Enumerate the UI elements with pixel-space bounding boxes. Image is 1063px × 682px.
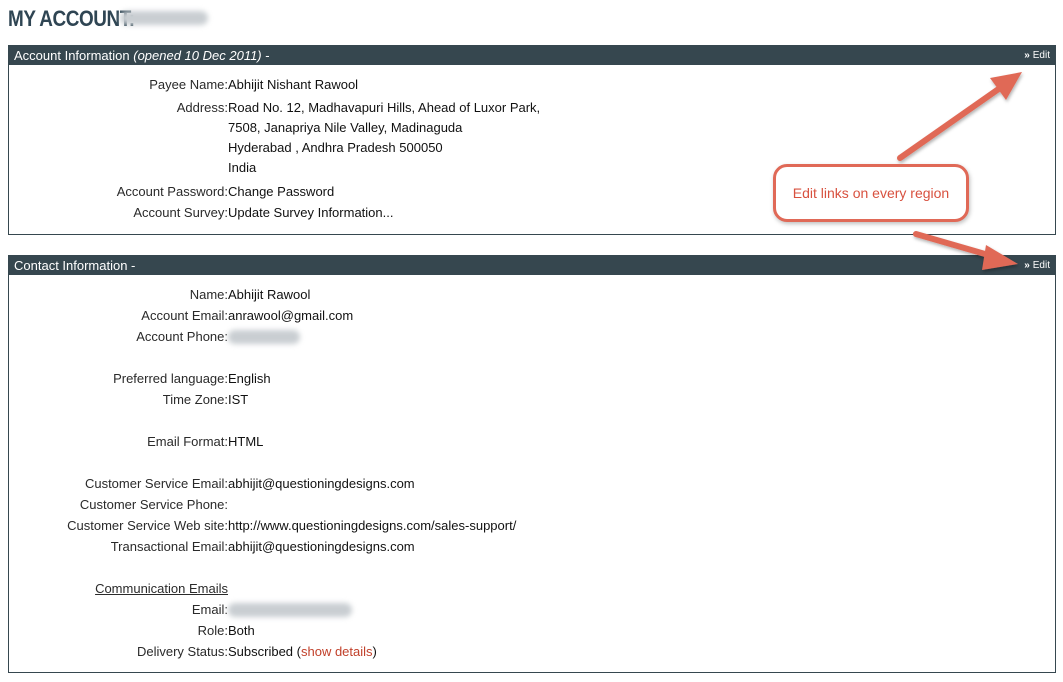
contact-edit-link[interactable]: » Edit [1024, 256, 1050, 275]
account-opened-date: (opened 10 Dec 2011) [133, 48, 262, 63]
redacted-phone [228, 330, 300, 344]
time-zone-value: IST [228, 392, 249, 407]
communication-emails-heading: Communication Emails [95, 581, 228, 596]
transactional-email-label: Transactional Email: [110, 539, 228, 554]
address-line-4: India [228, 160, 257, 175]
delivery-status-value: Subscribed (show details) [228, 642, 377, 662]
double-chevron-right-icon: » [1024, 260, 1030, 271]
account-edit-link[interactable]: » Edit [1024, 46, 1050, 65]
double-chevron-right-icon: » [1024, 50, 1030, 61]
payee-name-value: Abhijit Nishant Rawool [228, 77, 359, 92]
email-format-label: Email Format: [147, 434, 228, 449]
my-account-page: MY ACCOUNT: Account Information (opened … [0, 0, 1063, 682]
address-line-2: 7508, Janapriya Nile Valley, Madinaguda [228, 120, 463, 135]
cs-website-value: http://www.questioningdesigns.com/sales-… [228, 518, 517, 533]
preferred-language-value: English [228, 371, 271, 386]
account-header-suffix: - [261, 48, 270, 63]
contact-information-header: Contact Information - » Edit [9, 256, 1055, 275]
show-details-link[interactable]: show details [301, 644, 373, 659]
name-label: Name: [189, 287, 228, 302]
redacted-email [228, 603, 352, 617]
cs-website-label: Customer Service Web site: [67, 518, 228, 533]
account-phone-value [228, 327, 300, 347]
contact-header-title: Contact Information - [14, 258, 136, 273]
annotation-text: Edit links on every region [792, 185, 950, 201]
change-password-link[interactable]: Change Password [228, 182, 334, 202]
address-line-1: Road No. 12, Madhavapuri Hills, Ahead of… [228, 100, 541, 115]
communication-email-label: Email: [191, 602, 228, 617]
role-value: Both [228, 623, 255, 638]
cs-email-value: abhijit@questioningdesigns.com [228, 476, 415, 491]
account-password-label: Account Password: [116, 184, 228, 199]
account-survey-label: Account Survey: [133, 205, 228, 220]
time-zone-label: Time Zone: [162, 392, 228, 407]
account-email-value: anrawool@gmail.com [228, 308, 354, 323]
annotation-callout: Edit links on every region [773, 164, 969, 222]
update-survey-link[interactable]: Update Survey Information... [228, 203, 393, 223]
account-phone-label: Account Phone: [136, 329, 228, 344]
account-email-label: Account Email: [141, 308, 228, 323]
contact-edit-label: Edit [1032, 260, 1050, 271]
cs-phone-label: Customer Service Phone: [79, 497, 228, 512]
communication-email-value [228, 600, 352, 620]
payee-name-label: Payee Name: [149, 77, 228, 92]
name-value: Abhijit Rawool [228, 287, 311, 302]
cs-email-label: Customer Service Email: [84, 476, 228, 491]
email-format-value: HTML [228, 434, 264, 449]
preferred-language-label: Preferred language: [113, 371, 228, 386]
page-title: MY ACCOUNT: [8, 6, 135, 31]
address-line-3: Hyderabad , Andhra Pradesh 500050 [228, 140, 443, 155]
role-label: Role: [197, 623, 228, 638]
redacted-account-id [120, 11, 208, 25]
account-information-header: Account Information (opened 10 Dec 2011)… [9, 46, 1055, 65]
account-edit-label: Edit [1032, 50, 1050, 61]
delivery-status-text: Subscribed ( [228, 644, 301, 659]
delivery-status-close: ) [372, 644, 377, 659]
address-label: Address: [176, 100, 228, 115]
transactional-email-value: abhijit@questioningdesigns.com [228, 539, 415, 554]
contact-information-panel: Contact Information - » Edit Name: Abhiji… [8, 255, 1056, 673]
delivery-status-label: Delivery Status: [136, 644, 228, 659]
account-header-title: Account Information [14, 48, 134, 63]
